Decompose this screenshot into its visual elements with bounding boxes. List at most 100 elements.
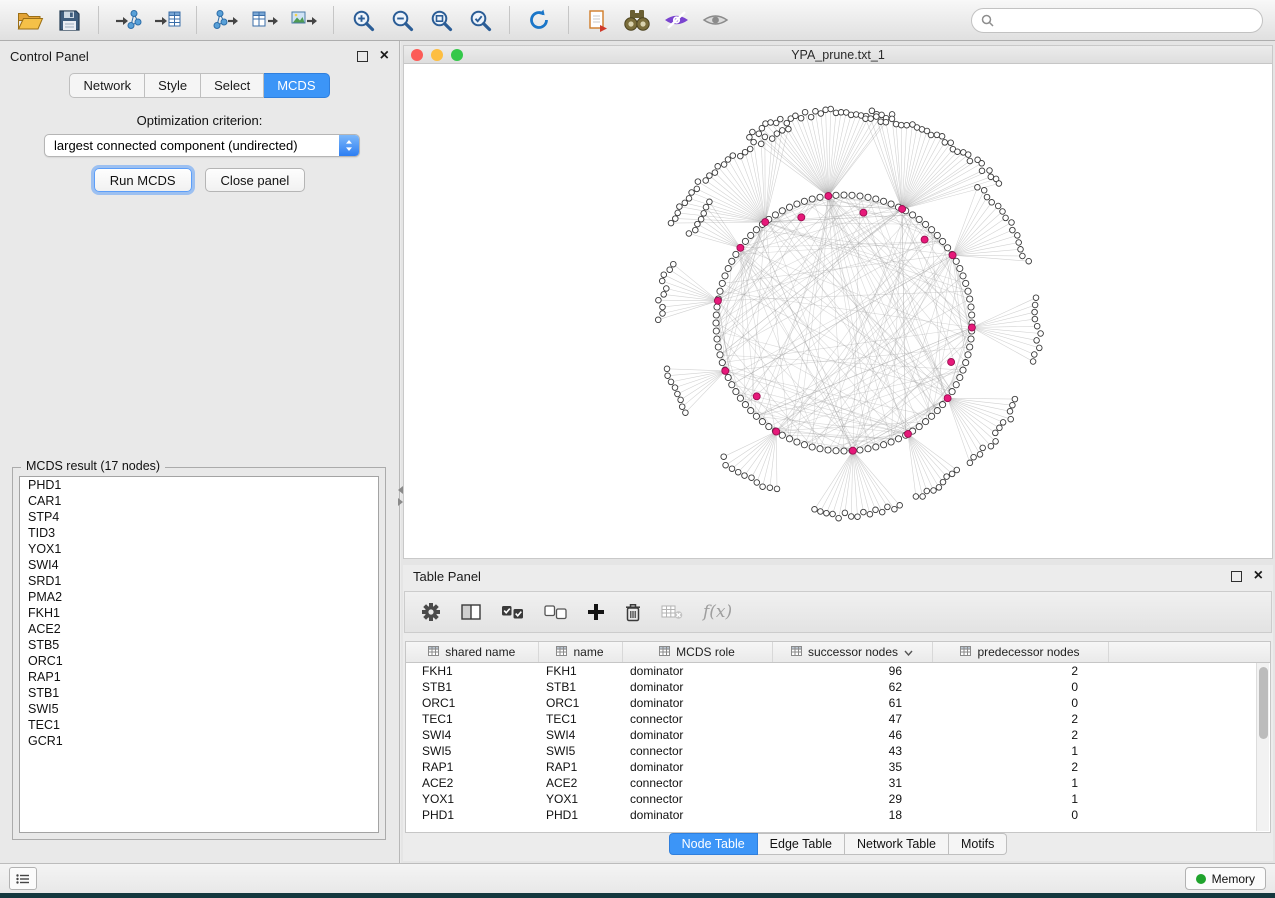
mcds-result-item[interactable]: STB5	[20, 637, 378, 653]
mcds-result-item[interactable]: SRD1	[20, 573, 378, 589]
node-table-container: shared namenameMCDS rolesuccessor nodesp…	[405, 641, 1271, 833]
hide-selected-button[interactable]	[658, 4, 694, 36]
zoom-fit-button[interactable]	[423, 4, 459, 36]
table-settings-button[interactable]	[421, 602, 441, 622]
select-all-checkboxes-icon	[501, 605, 524, 620]
mcds-result-item[interactable]: CAR1	[20, 493, 378, 509]
search-input[interactable]	[1000, 12, 1253, 28]
table-panel-tabs: Node TableEdge TableNetwork TableMotifs	[403, 833, 1273, 855]
mcds-result-item[interactable]: STB1	[20, 685, 378, 701]
toolbar-separator	[509, 6, 510, 34]
mcds-result-item[interactable]: SWI4	[20, 557, 378, 573]
table-row[interactable]: STB1STB1dominator620	[406, 679, 1270, 695]
table-row[interactable]: ACE2ACE2connector311	[406, 775, 1270, 791]
tab-network-table[interactable]: Network Table	[845, 833, 949, 855]
control-panel-title: Control Panel	[10, 49, 89, 64]
minimize-window-button[interactable]	[431, 49, 443, 61]
delete-row-button[interactable]	[625, 603, 641, 622]
column-header-successor-nodes[interactable]: successor nodes	[772, 642, 932, 663]
network-graph	[404, 64, 1272, 558]
tab-network[interactable]: Network	[69, 73, 145, 98]
mcds-result-item[interactable]: ORC1	[20, 653, 378, 669]
unselect-all-button[interactable]	[544, 605, 567, 620]
mcds-result-item[interactable]: TEC1	[20, 717, 378, 733]
delete-table-button[interactable]	[661, 604, 683, 620]
tab-edge-table[interactable]: Edge Table	[758, 833, 845, 855]
close-panel-button[interactable]: Close panel	[205, 168, 306, 192]
import-table-button[interactable]	[149, 4, 185, 36]
open-session-button[interactable]	[12, 4, 48, 36]
criterion-value: largest connected component (undirected)	[54, 138, 298, 153]
clone-network-button[interactable]	[580, 4, 616, 36]
show-columns-button[interactable]	[461, 604, 481, 620]
mcds-result-item[interactable]: YOX1	[20, 541, 378, 557]
zoom-selected-button[interactable]	[462, 4, 498, 36]
table-row[interactable]: SWI5SWI5connector431	[406, 743, 1270, 759]
tab-style[interactable]: Style	[145, 73, 201, 98]
column-header-predecessor-nodes[interactable]: predecessor nodes	[932, 642, 1108, 663]
float-panel-button[interactable]	[357, 51, 368, 62]
function-builder-button[interactable]: f(x)	[703, 602, 732, 622]
search-box[interactable]	[971, 8, 1263, 33]
chevron-down-icon[interactable]	[904, 645, 913, 659]
table-row[interactable]: TEC1TEC1connector472	[406, 711, 1270, 727]
run-mcds-button[interactable]: Run MCDS	[94, 168, 192, 192]
table-row[interactable]: ORC1ORC1dominator610	[406, 695, 1270, 711]
tab-select[interactable]: Select	[201, 73, 264, 98]
column-header-MCDS-role[interactable]: MCDS role	[622, 642, 772, 663]
memory-button[interactable]: Memory	[1185, 867, 1266, 890]
mcds-result-item[interactable]: RAP1	[20, 669, 378, 685]
criterion-dropdown[interactable]: largest connected component (undirected)	[44, 134, 360, 157]
control-panel: Control Panel × NetworkStyleSelectMCDS O…	[0, 41, 400, 863]
zoom-out-button[interactable]	[384, 4, 420, 36]
table-grid-icon	[428, 645, 439, 659]
maximize-window-button[interactable]	[451, 49, 463, 61]
control-panel-header: Control Panel ×	[0, 41, 399, 71]
optimization-criterion-label: Optimization criterion:	[0, 113, 399, 128]
table-scrollbar[interactable]	[1256, 663, 1269, 831]
status-menu-button[interactable]	[9, 867, 37, 890]
tab-motifs[interactable]: Motifs	[949, 833, 1007, 855]
mcds-result-item[interactable]: PMA2	[20, 589, 378, 605]
zoom-in-button[interactable]	[345, 4, 381, 36]
scrollbar-thumb[interactable]	[1259, 667, 1268, 739]
refresh-view-button[interactable]	[521, 4, 557, 36]
network-canvas[interactable]	[404, 64, 1272, 558]
mcds-result-list[interactable]: PHD1CAR1STP4TID3YOX1SWI4SRD1PMA2FKH1ACE2…	[19, 476, 379, 833]
mcds-result-item[interactable]: GCR1	[20, 733, 378, 749]
mcds-result-item[interactable]: TID3	[20, 525, 378, 541]
export-image-button[interactable]	[286, 4, 322, 36]
float-table-panel-button[interactable]	[1231, 571, 1242, 582]
table-row[interactable]: PHD1PHD1dominator180	[406, 807, 1270, 823]
table-row[interactable]: YOX1YOX1connector291	[406, 791, 1270, 807]
mcds-result-item[interactable]: PHD1	[20, 477, 378, 493]
column-header-shared-name[interactable]: shared name	[406, 642, 538, 663]
table-row[interactable]: RAP1RAP1dominator352	[406, 759, 1270, 775]
tab-node-table[interactable]: Node Table	[669, 833, 758, 855]
table-row[interactable]: FKH1FKH1dominator962	[406, 663, 1270, 680]
table-toolbar: f(x)	[404, 591, 1272, 633]
find-button[interactable]	[619, 4, 655, 36]
export-table-button[interactable]	[247, 4, 283, 36]
save-session-button[interactable]	[51, 4, 87, 36]
close-control-panel-button[interactable]: ×	[380, 48, 389, 64]
mcds-result-item[interactable]: STP4	[20, 509, 378, 525]
add-row-button[interactable]	[587, 603, 605, 621]
select-all-button[interactable]	[501, 605, 524, 620]
close-table-panel-button[interactable]: ×	[1254, 568, 1263, 584]
close-window-button[interactable]	[411, 49, 423, 61]
import-network-button[interactable]	[110, 4, 146, 36]
export-network-button[interactable]	[208, 4, 244, 36]
table-row[interactable]: SWI4SWI4dominator462	[406, 727, 1270, 743]
show-all-button[interactable]	[697, 4, 733, 36]
column-header-name[interactable]: name	[538, 642, 622, 663]
panel-splitter[interactable]	[398, 486, 403, 506]
binoculars-icon	[622, 8, 652, 32]
table-panel-header: Table Panel ×	[403, 565, 1273, 587]
dropdown-stepper-icon	[339, 135, 359, 156]
tab-mcds[interactable]: MCDS	[264, 73, 329, 98]
mcds-result-item[interactable]: ACE2	[20, 621, 378, 637]
table-header-row: shared namenameMCDS rolesuccessor nodesp…	[406, 642, 1270, 663]
mcds-result-item[interactable]: SWI5	[20, 701, 378, 717]
mcds-result-item[interactable]: FKH1	[20, 605, 378, 621]
